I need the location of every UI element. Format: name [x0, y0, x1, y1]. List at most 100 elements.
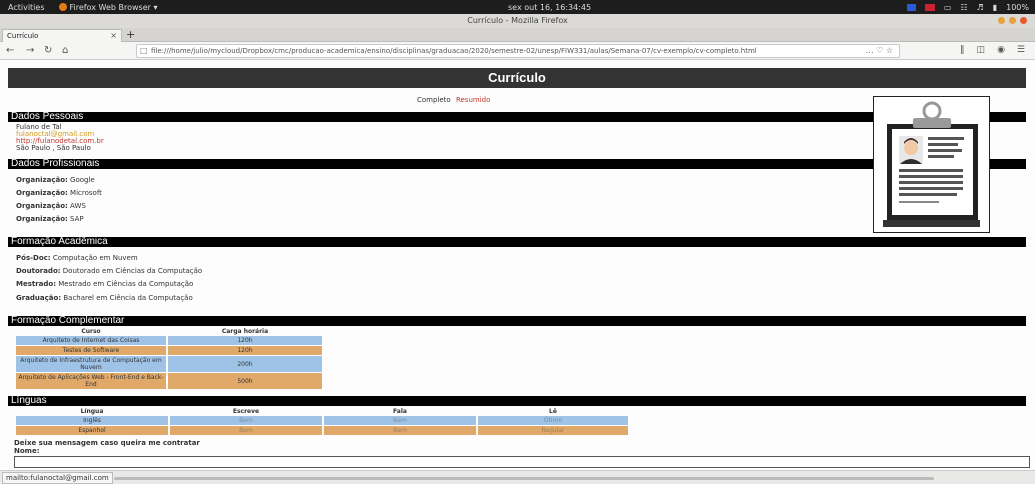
language-cell: Inglês: [16, 416, 168, 425]
horizontal-scrollbar[interactable]: [114, 477, 934, 480]
sidebar-icon[interactable]: ◫: [977, 45, 986, 55]
org-name: Microsoft: [70, 189, 102, 197]
name-input[interactable]: [14, 456, 1030, 468]
close-window-button[interactable]: [1020, 17, 1027, 24]
mode-complete-link[interactable]: Completo: [417, 96, 451, 104]
window-controls: [998, 17, 1027, 24]
table-header-row: Língua Escreve Fala Lê: [16, 407, 628, 415]
org-label: Organização:: [16, 215, 68, 223]
hours-cell: 500h: [168, 373, 322, 389]
network-icon: ☷: [960, 2, 968, 12]
org-label: Organização:: [16, 202, 68, 210]
academic-item: Graduação: Bacharel em Ciência da Comput…: [16, 294, 193, 302]
table-row: Espanhol Bem Bem Regular: [16, 426, 628, 435]
tab-curriculo[interactable]: Currículo ×: [2, 29, 122, 42]
academic-level: Mestrado:: [16, 280, 57, 288]
menu-icon[interactable]: ☰: [1017, 45, 1025, 55]
system-clock[interactable]: sex out 16, 16:34:45: [508, 3, 591, 12]
column-header: Carga horária: [221, 327, 269, 335]
navigation-bar: ← → ↻ ⌂ □ file:///home/julio/mycloud/Dro…: [0, 42, 1035, 60]
home-icon[interactable]: ⌂: [62, 45, 68, 56]
status-url: mailto:fulanoctal@gmail.com: [2, 472, 113, 484]
hours-cell: 120h: [168, 346, 322, 355]
system-tray[interactable]: ▭ ☷ ♬ ▮ 100%: [906, 2, 1029, 12]
name-label: Nome:: [14, 447, 40, 455]
new-tab-button[interactable]: +: [126, 28, 135, 42]
org-row: Organização: AWS: [16, 202, 86, 210]
org-label: Organização:: [16, 189, 68, 197]
window-title-bar: Currículo - Mozilla Firefox: [0, 14, 1035, 28]
forward-icon[interactable]: →: [26, 45, 34, 56]
section-languages-heading: Línguas: [8, 396, 1026, 406]
close-tab-icon[interactable]: ×: [110, 30, 117, 42]
org-row: Organização: Microsoft: [16, 189, 102, 197]
org-name: Google: [70, 176, 95, 184]
writes-cell: Bem: [170, 416, 322, 425]
academic-course: Computação em Nuvem: [52, 254, 138, 262]
course-cell: Arquiteto de Internet das Coisas: [16, 336, 166, 345]
column-header: Fala: [393, 407, 407, 415]
academic-course: Doutorado em Ciências da Computação: [62, 267, 203, 275]
speaks-cell: Bem: [324, 416, 476, 425]
back-icon[interactable]: ←: [6, 45, 14, 56]
table-row: Arquiteto de Aplicações Web - Front-End …: [16, 373, 322, 389]
mode-summary-link[interactable]: Resumido: [456, 96, 490, 104]
url-bar[interactable]: □ file:///home/julio/mycloud/Dropbox/cmc…: [136, 44, 900, 58]
section-complementary-heading: Formação Complementar: [8, 316, 1026, 326]
status-bar: mailto:fulanoctal@gmail.com: [0, 470, 1035, 484]
page-icon: □: [140, 46, 148, 55]
academic-item: Pós-Doc: Computação em Nuvem: [16, 254, 138, 262]
battery-icon: ▮: [992, 2, 998, 12]
academic-level: Doutorado:: [16, 267, 61, 275]
column-header: Escreve: [232, 407, 260, 415]
reads-cell: Ótimo: [478, 416, 628, 425]
display-icon: ▭: [943, 2, 952, 12]
org-row: Organização: SAP: [16, 215, 84, 223]
org-row: Organização: Google: [16, 176, 95, 184]
org-name: SAP: [70, 215, 84, 223]
page-content: Currículo Completo Resumido Dados Pessoa…: [0, 60, 1035, 470]
hours-cell: 120h: [168, 336, 322, 345]
account-icon[interactable]: ◉: [997, 45, 1005, 55]
complementary-table: Curso Carga horária Arquiteto de Interne…: [14, 326, 324, 390]
table-header-row: Curso Carga horária: [16, 327, 322, 335]
page-actions[interactable]: … ♡ ☆: [866, 45, 893, 57]
column-header: Curso: [81, 327, 101, 335]
writes-cell: Bem: [170, 426, 322, 435]
message-prompt: Deixe sua mensagem caso queira me contra…: [14, 439, 200, 447]
flag-icon: [924, 3, 935, 11]
languages-table: Língua Escreve Fala Lê Inglês Bem Bem Ót…: [14, 406, 630, 436]
table-row: Testes de Software 120h: [16, 346, 322, 355]
reload-icon[interactable]: ↻: [44, 45, 52, 56]
maximize-button[interactable]: [1009, 17, 1016, 24]
activities-button[interactable]: Activities: [8, 3, 45, 12]
column-header: Lê: [549, 407, 557, 415]
tab-label: Currículo: [7, 32, 39, 40]
academic-level: Graduação:: [16, 294, 62, 302]
url-text: file:///home/julio/mycloud/Dropbox/cmc/p…: [151, 47, 757, 55]
person-city: São Paulo , São Paulo: [16, 144, 91, 152]
table-row: Inglês Bem Bem Ótimo: [16, 416, 628, 425]
table-row: Arquiteto de Infraestrutura de Computaçã…: [16, 356, 322, 372]
app-menu-label: Firefox Web Browser ▾: [69, 2, 158, 12]
battery-level: 100%: [1006, 2, 1029, 12]
course-cell: Arquiteto de Aplicações Web - Front-End …: [16, 373, 166, 389]
academic-course: Mestrado em Ciências da Computação: [58, 280, 194, 288]
reads-cell: Regular: [478, 426, 628, 435]
system-top-bar: Activities Firefox Web Browser ▾ sex out…: [0, 0, 1035, 14]
academic-level: Pós-Doc:: [16, 254, 51, 262]
firefox-icon: [58, 3, 67, 11]
academic-item: Doutorado: Doutorado em Ciências da Comp…: [16, 267, 202, 275]
page-title: Currículo: [8, 68, 1026, 88]
toolbar-right: ‖ ◫ ◉ ☰: [960, 45, 1025, 55]
volume-icon: ♬: [976, 2, 984, 12]
hours-cell: 200h: [168, 356, 322, 372]
minimize-button[interactable]: [998, 17, 1005, 24]
tab-bar: Currículo × +: [0, 28, 1035, 42]
course-cell: Testes de Software: [16, 346, 166, 355]
academic-item: Mestrado: Mestrado em Ciências da Comput…: [16, 280, 193, 288]
course-cell: Arquiteto de Infraestrutura de Computaçã…: [16, 356, 166, 372]
library-icon[interactable]: ‖: [960, 45, 965, 55]
app-menu[interactable]: Firefox Web Browser ▾: [58, 2, 158, 12]
language-cell: Espanhol: [16, 426, 168, 435]
